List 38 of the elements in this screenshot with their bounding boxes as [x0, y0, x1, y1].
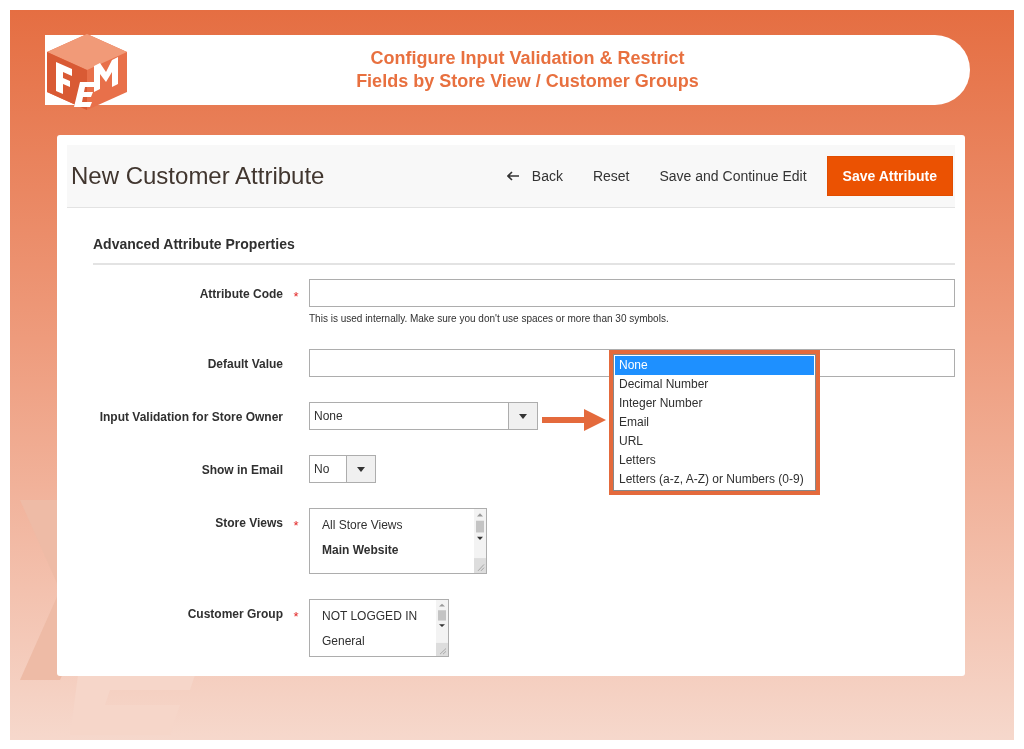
field-label: Attribute Code: [198, 286, 283, 301]
pointer-arrow-icon: [540, 407, 608, 433]
banner-title: Configure Input Validation & Restrict Fields by Store View / Customer Groups: [356, 47, 699, 93]
field-label: Show in Email: [200, 462, 283, 477]
toolbar-button[interactable]: Reset: [582, 158, 640, 194]
list-option[interactable]: NOT LOGGED IN: [322, 604, 418, 629]
dropdown-option[interactable]: Email: [615, 413, 814, 432]
dropdown-option[interactable]: Letters: [615, 451, 814, 470]
field-hint: This is used internally. Make sure you don't use spaces or more than 30 symbols.: [309, 313, 669, 324]
field-label: Default Value: [206, 356, 283, 371]
dropdown-caret-icon: [519, 413, 527, 419]
scrollbar-drawing: [474, 509, 486, 573]
required-mark: *: [293, 609, 299, 624]
dropdown-caret-icon: [357, 466, 365, 472]
field-label: Customer Group: [186, 606, 283, 621]
list-option[interactable]: General: [322, 629, 365, 654]
dropdown-option[interactable]: Decimal Number: [615, 375, 814, 394]
section-title: Advanced Attribute Properties: [93, 236, 955, 265]
list-option[interactable]: All Store Views: [322, 513, 403, 538]
scrollbar-drawing: [436, 600, 448, 656]
page-title: New Customer Attribute: [71, 162, 325, 190]
required-mark: *: [293, 518, 299, 533]
multiselect-list[interactable]: All Store Views Main Website: [309, 508, 487, 574]
save-button[interactable]: Save Attribute: [826, 156, 953, 196]
field-label: Input Validation for Store Owner: [98, 409, 283, 424]
required-mark: *: [293, 289, 299, 304]
dropdown-option[interactable]: Letters (a-z, A-Z) or Numbers (0-9): [615, 470, 814, 489]
select-field[interactable]: None: [309, 402, 538, 430]
toolbar-button[interactable]: Save and Continue Edit: [649, 158, 817, 194]
select-field[interactable]: No: [309, 455, 376, 483]
multiselect-list[interactable]: NOT LOGGED IN General: [309, 599, 449, 657]
back-arrow-icon: [506, 171, 520, 181]
list-option[interactable]: Main Website: [322, 538, 399, 563]
field-label: Store Views: [214, 515, 283, 530]
dropdown-option[interactable]: URL: [615, 432, 814, 451]
dropdown-option[interactable]: Integer Number: [615, 394, 814, 413]
input-field[interactable]: [309, 279, 955, 307]
back-button[interactable]: Back: [496, 158, 573, 194]
